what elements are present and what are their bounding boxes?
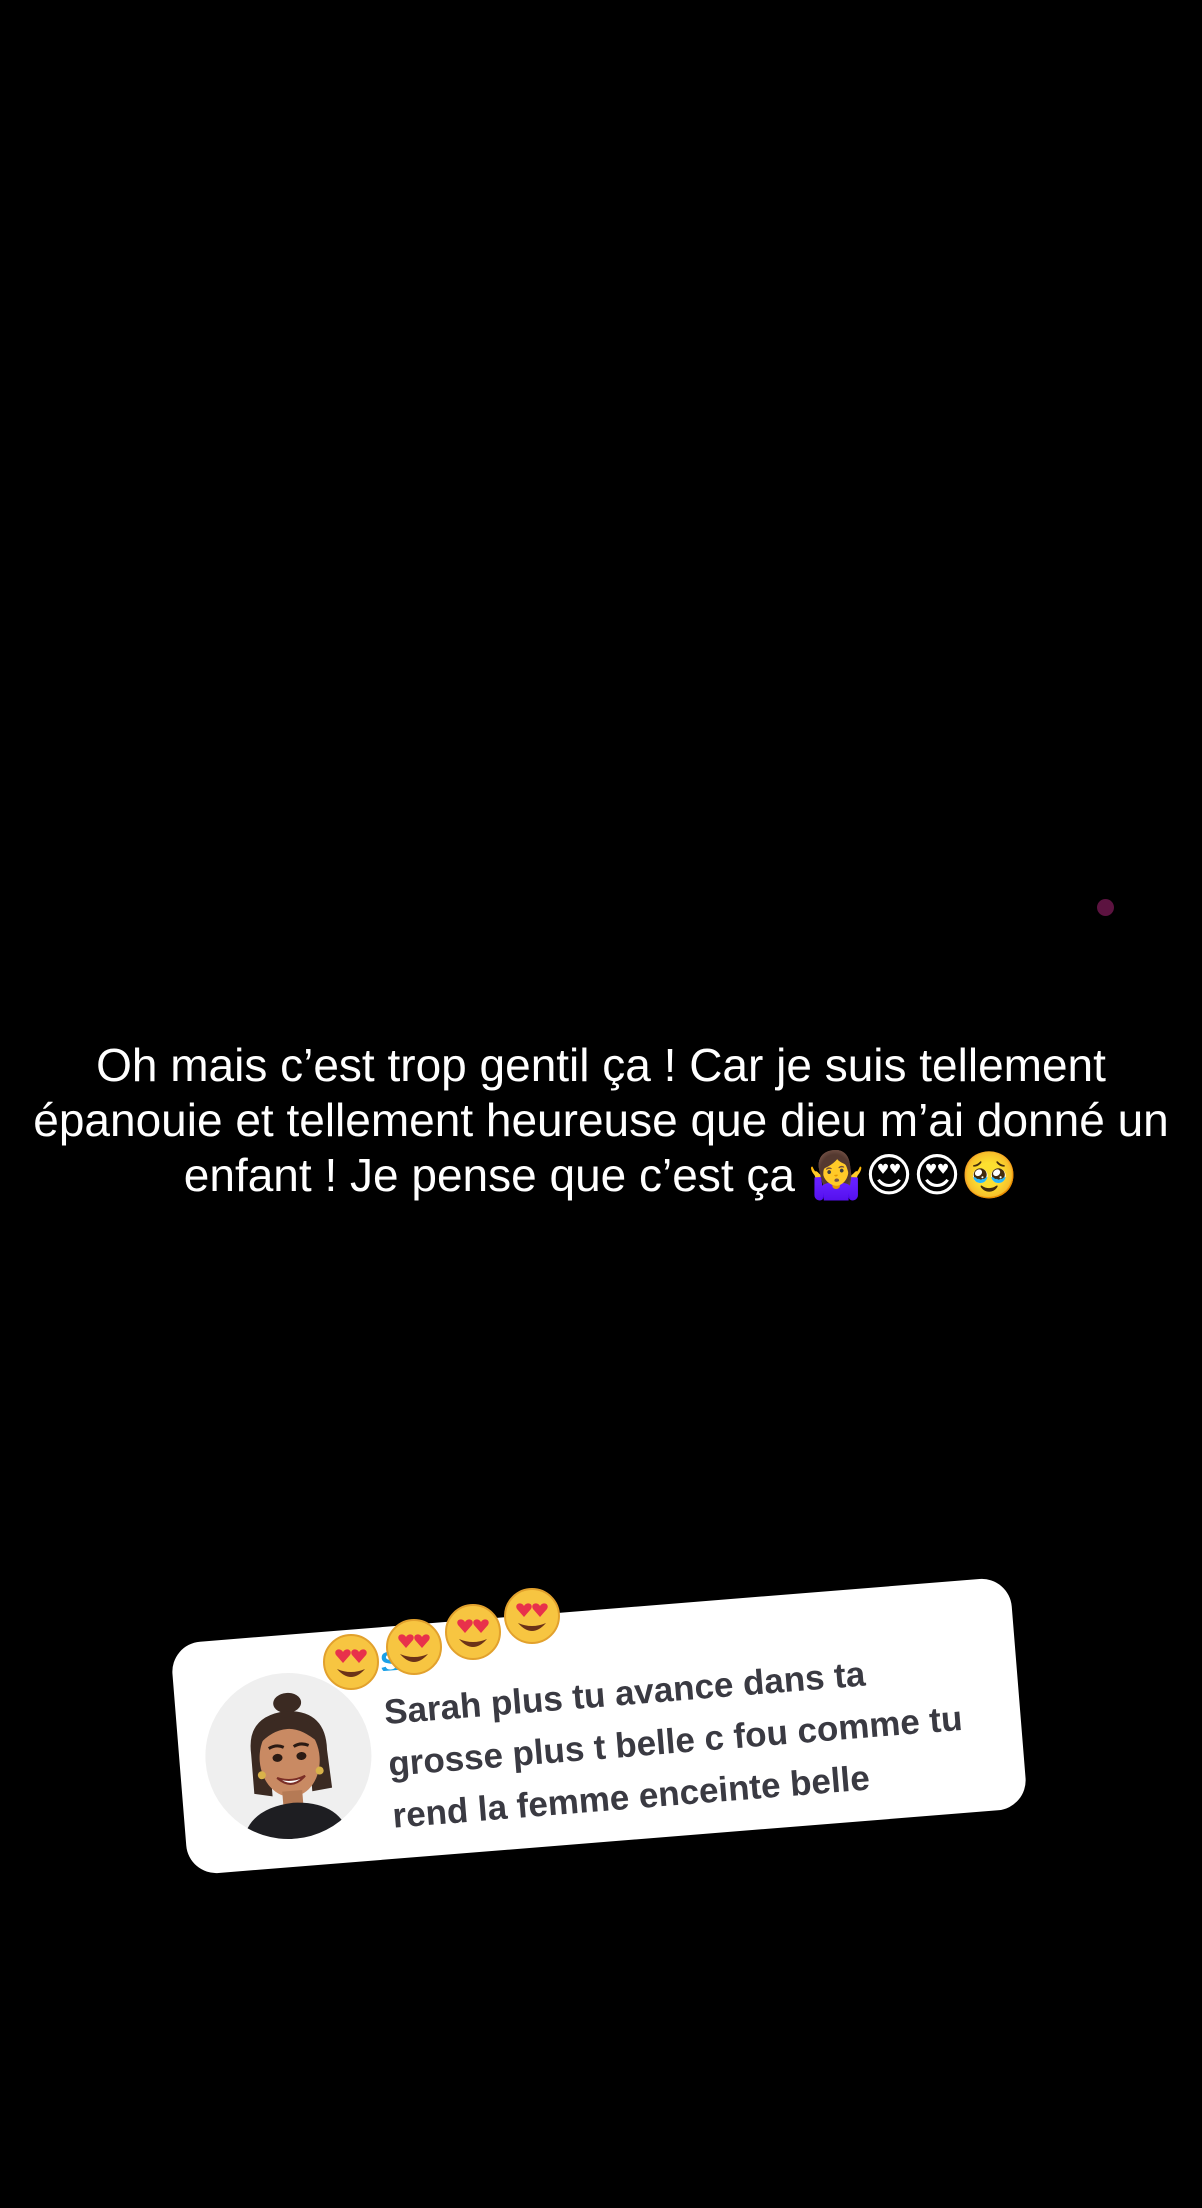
heart-eyes-emoji-icon[interactable]: [385, 1618, 443, 1676]
reply-card[interactable]: Sarah Sarah plus tu avance dans ta gross…: [170, 1576, 1028, 1876]
story-indicator-dot: [1097, 899, 1114, 916]
caption-emojis: 🤷‍♀️😍😍🥹: [807, 1148, 1019, 1202]
bitmoji-avatar-icon: [199, 1666, 378, 1846]
heart-eyes-emoji-icon[interactable]: [503, 1587, 561, 1645]
heart-eyes-emoji-icon[interactable]: [444, 1603, 502, 1661]
story-caption: Oh mais c’est trop gentil ça ! Car je su…: [20, 1038, 1182, 1203]
reply-message: Sarah plus tu avance dans ta grosse plus…: [382, 1654, 964, 1836]
story-canvas[interactable]: Oh mais c’est trop gentil ça ! Car je su…: [0, 0, 1202, 2208]
heart-eyes-emoji-icon[interactable]: [322, 1633, 380, 1691]
